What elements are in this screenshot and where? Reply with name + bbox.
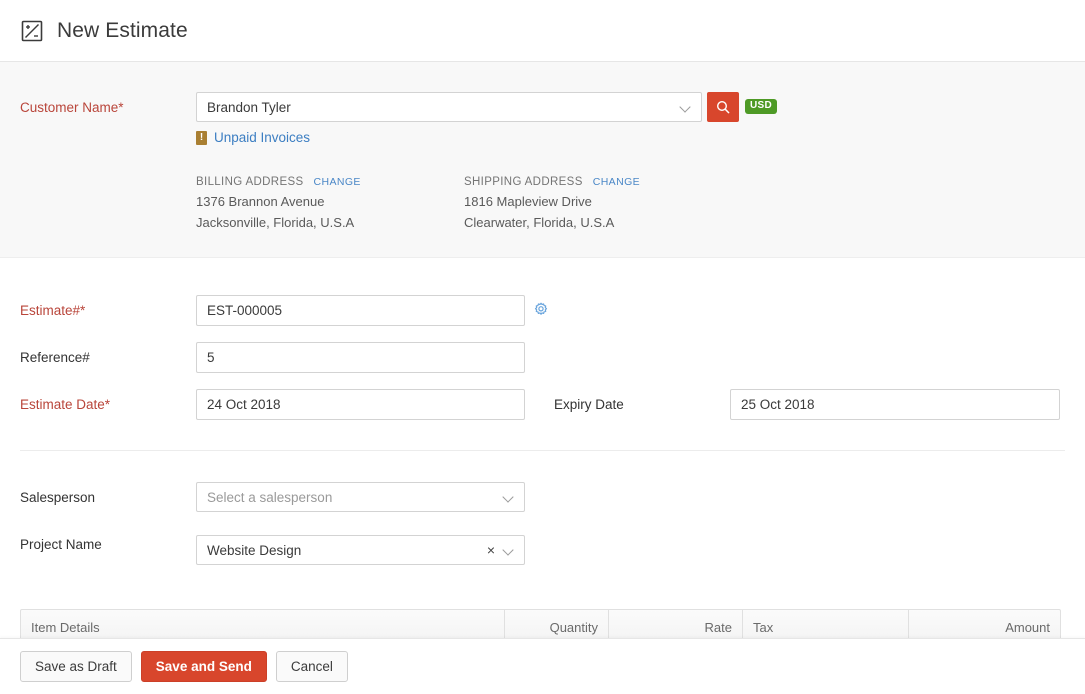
estimate-number-value: EST-000005 (207, 303, 514, 318)
warning-icon: ! (196, 131, 207, 145)
billing-address-block: BILLING ADDRESS CHANGE 1376 Brannon Aven… (196, 176, 361, 230)
billing-address-line2: Jacksonville, Florida, U.S.A (196, 215, 361, 230)
billing-address-change-link[interactable]: CHANGE (314, 176, 361, 188)
search-icon (716, 100, 730, 114)
estimate-date-input[interactable]: 24 Oct 2018 (196, 389, 525, 420)
estimate-number-input[interactable]: EST-000005 (196, 295, 525, 326)
chevron-down-icon (680, 102, 691, 113)
estimate-icon (20, 19, 44, 43)
shipping-address-change-link[interactable]: CHANGE (593, 176, 640, 188)
shipping-address-line1: 1816 Mapleview Drive (464, 194, 640, 209)
salesperson-select[interactable]: Select a salesperson (196, 482, 525, 512)
project-name-select[interactable]: Website Design × (196, 535, 525, 565)
project-name-label: Project Name (20, 537, 102, 552)
footer-action-bar: Save as Draft Save and Send Cancel (0, 638, 1085, 694)
customer-name-value: Brandon Tyler (207, 100, 674, 115)
new-estimate-page: New Estimate Customer Name* Brandon Tyle… (0, 0, 1085, 694)
chevron-down-icon (503, 492, 514, 503)
shipping-address-heading: SHIPPING ADDRESS CHANGE (464, 176, 640, 188)
billing-address-title: BILLING ADDRESS (196, 176, 304, 188)
section-divider (20, 450, 1065, 451)
estimate-date-value: 24 Oct 2018 (207, 397, 514, 412)
reference-number-value: 5 (207, 350, 514, 365)
shipping-address-line2: Clearwater, Florida, U.S.A (464, 215, 640, 230)
project-name-value: Website Design (207, 543, 487, 558)
gear-icon[interactable] (533, 302, 549, 318)
clear-icon[interactable]: × (487, 543, 495, 557)
salesperson-placeholder: Select a salesperson (207, 490, 497, 505)
customer-name-label: Customer Name* (20, 100, 124, 115)
expiry-date-label: Expiry Date (554, 397, 624, 412)
save-and-send-button[interactable]: Save and Send (141, 651, 267, 683)
salesperson-label: Salesperson (20, 490, 95, 505)
estimate-number-label: Estimate#* (20, 303, 85, 318)
shipping-address-title: SHIPPING ADDRESS (464, 176, 583, 188)
reference-number-label: Reference# (20, 350, 90, 365)
expiry-date-value: 25 Oct 2018 (741, 397, 1049, 412)
chevron-down-icon (503, 545, 514, 556)
billing-address-heading: BILLING ADDRESS CHANGE (196, 176, 361, 188)
shipping-address-block: SHIPPING ADDRESS CHANGE 1816 Mapleview D… (464, 176, 640, 230)
unpaid-invoices-link[interactable]: Unpaid Invoices (214, 130, 310, 145)
customer-search-button[interactable] (707, 92, 739, 122)
page-title: New Estimate (57, 19, 188, 43)
currency-badge[interactable]: USD (745, 99, 777, 114)
cancel-button[interactable]: Cancel (276, 651, 348, 683)
billing-address-line1: 1376 Brannon Avenue (196, 194, 361, 209)
unpaid-invoices-row[interactable]: ! Unpaid Invoices (196, 130, 310, 145)
customer-name-select[interactable]: Brandon Tyler (196, 92, 702, 122)
reference-number-input[interactable]: 5 (196, 342, 525, 373)
save-as-draft-button[interactable]: Save as Draft (20, 651, 132, 683)
expiry-date-input[interactable]: 25 Oct 2018 (730, 389, 1060, 420)
estimate-date-label: Estimate Date* (20, 397, 110, 412)
page-header: New Estimate (0, 0, 1085, 62)
